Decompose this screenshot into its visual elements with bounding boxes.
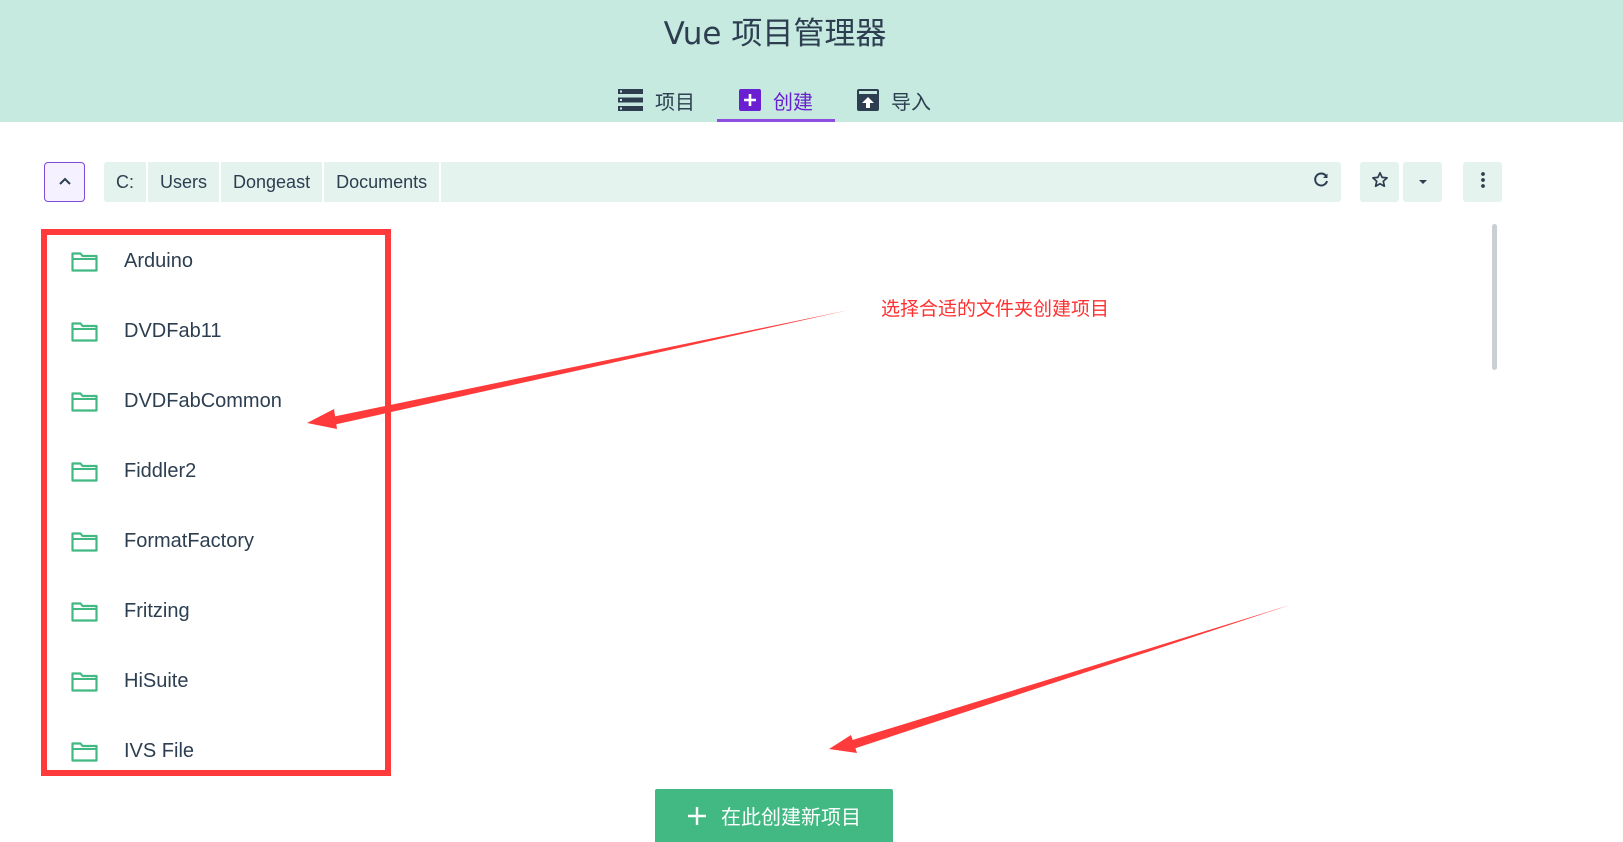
- breadcrumb-item[interactable]: Documents: [324, 162, 442, 202]
- folder-icon: [71, 670, 98, 692]
- plus-icon: [687, 806, 707, 826]
- folder-name: DVDFab11: [124, 319, 222, 342]
- refresh-button[interactable]: [1301, 162, 1340, 202]
- folder-toolbar: C: Users Dongeast Documents: [44, 162, 1504, 202]
- folder-name: Fritzing: [124, 599, 190, 622]
- chevron-up-icon: [58, 173, 72, 191]
- create-project-here-label: 在此创建新项目: [721, 805, 861, 829]
- folder-name: HiSuite: [124, 669, 189, 692]
- breadcrumb-item[interactable]: Dongeast: [221, 162, 325, 202]
- tab-import-label: 导入: [891, 89, 931, 114]
- folder-icon: [71, 320, 98, 342]
- folder-item[interactable]: HiSuite: [44, 646, 384, 716]
- scrollbar[interactable]: [1492, 224, 1497, 370]
- main-tabs: 项目 创建 导入: [596, 78, 953, 122]
- breadcrumb: C: Users Dongeast Documents: [104, 162, 1341, 202]
- favorite-button[interactable]: [1360, 162, 1399, 202]
- breadcrumb-item[interactable]: Users: [148, 162, 222, 202]
- tab-projects[interactable]: 项目: [596, 78, 717, 122]
- tab-projects-label: 项目: [655, 89, 695, 114]
- folder-item[interactable]: Arduino: [44, 226, 384, 296]
- parent-folder-button[interactable]: [44, 162, 85, 202]
- folder-icon: [71, 250, 98, 272]
- refresh-icon: [1312, 171, 1330, 194]
- list-icon: [618, 89, 643, 111]
- star-icon: [1371, 171, 1389, 194]
- tab-import[interactable]: 导入: [835, 78, 953, 122]
- folder-item[interactable]: IVS File: [44, 716, 384, 786]
- tab-create[interactable]: 创建: [717, 78, 835, 122]
- annotation-text: 选择合适的文件夹创建项目: [881, 298, 1110, 320]
- folder-item[interactable]: DVDFabCommon: [44, 366, 384, 436]
- favorites-dropdown-button[interactable]: [1403, 162, 1442, 202]
- folder-item[interactable]: Fiddler2: [44, 436, 384, 506]
- more-options-button[interactable]: [1463, 162, 1502, 202]
- folder-icon: [71, 530, 98, 552]
- breadcrumb-item[interactable]: C:: [104, 162, 148, 202]
- folder-item[interactable]: DVDFab11: [44, 296, 384, 366]
- folder-list: Arduino DVDFab11 DVDFabCommon Fiddler2 F…: [44, 226, 384, 774]
- tab-create-label: 创建: [773, 89, 813, 114]
- folder-name: IVS File: [124, 739, 195, 762]
- folder-name: DVDFabCommon: [124, 389, 282, 412]
- folder-item[interactable]: FormatFactory: [44, 506, 384, 576]
- folder-item[interactable]: Fritzing: [44, 576, 384, 646]
- more-vert-icon: [1480, 171, 1486, 194]
- folder-name: FormatFactory: [124, 529, 255, 552]
- add-box-icon: [739, 89, 761, 111]
- folder-name: Fiddler2: [124, 459, 197, 482]
- folder-name: Arduino: [124, 249, 193, 272]
- dropdown-arrow-icon: [1417, 173, 1429, 191]
- import-icon: [857, 89, 879, 111]
- app-header: Vue 项目管理器 项目 创建 导入: [0, 0, 1623, 122]
- folder-icon: [71, 740, 98, 762]
- annotation-arrow-to-button: [846, 605, 1290, 750]
- create-project-here-button[interactable]: 在此创建新项目: [655, 789, 893, 842]
- annotation-arrow-to-folders: [327, 310, 849, 425]
- folder-icon: [71, 390, 98, 412]
- annotation-arrowhead-button: [829, 735, 857, 753]
- folder-icon: [71, 600, 98, 622]
- app-title: Vue 项目管理器: [663, 16, 887, 52]
- folder-icon: [71, 460, 98, 482]
